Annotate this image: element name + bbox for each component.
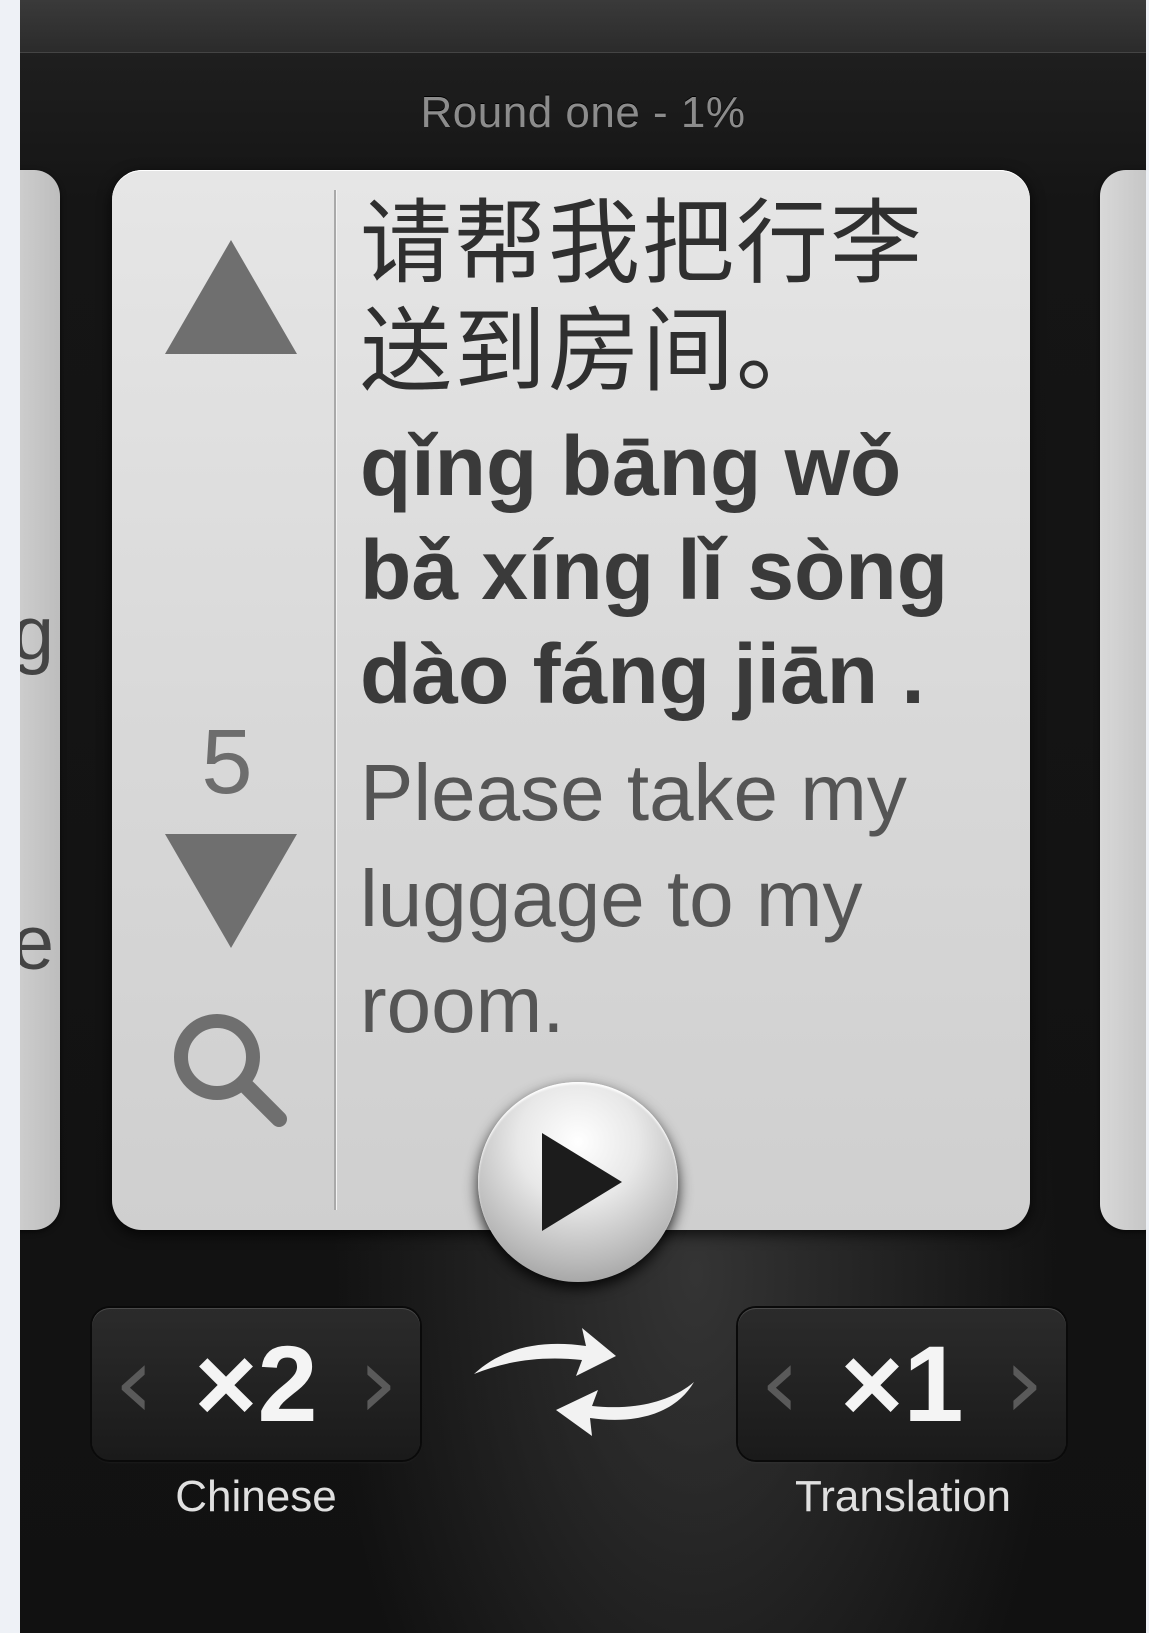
play-icon	[542, 1133, 622, 1231]
english-translation: Please take my luggage to my room.	[360, 740, 1010, 1058]
search-button[interactable]	[160, 1000, 300, 1140]
chinese-line: 送到房间。	[360, 298, 831, 405]
next-card[interactable]	[1100, 170, 1146, 1230]
chinese-decrease-button[interactable]: ‹	[114, 1328, 154, 1438]
chinese-increase-button[interactable]: ›	[358, 1328, 398, 1438]
translation-repeat-stepper: ‹ ×1 ›	[738, 1308, 1066, 1460]
next-phrase-button[interactable]	[156, 820, 306, 960]
swap-order-button[interactable]	[464, 1312, 704, 1462]
round-progress-text: Round one - 1%	[420, 88, 746, 137]
swap-arrows-icon	[474, 1328, 694, 1436]
translation-decrease-button[interactable]: ‹	[760, 1328, 800, 1438]
app-screen: Round one - 1% g e 5 请帮我把行李 送到房间。 qǐng b…	[20, 0, 1146, 1633]
previous-card-fragment: e	[20, 901, 54, 986]
chinese-line: 请帮我把行李	[360, 190, 925, 297]
previous-card[interactable]: g e	[20, 170, 60, 1230]
card-divider	[334, 190, 336, 1210]
translation-repeat-value: ×1	[840, 1323, 964, 1444]
pinyin-line: qǐng bāng wǒ	[360, 419, 902, 513]
translation-line: Please take my	[360, 748, 907, 837]
previous-card-fragment: g	[20, 591, 54, 676]
translation-stepper-label: Translation	[794, 1472, 1012, 1521]
phrase-text: 请帮我把行李 送到房间。 qǐng bāng wǒ bǎ xíng lǐ sòn…	[360, 190, 1010, 1058]
phrase-card: 5 请帮我把行李 送到房间。 qǐng bāng wǒ bǎ xíng lǐ s…	[112, 170, 1030, 1230]
translation-increase-button[interactable]: ›	[1004, 1328, 1044, 1438]
chinese-repeat-value: ×2	[194, 1323, 318, 1444]
top-bar	[20, 0, 1146, 53]
chinese-repeat-stepper: ‹ ×2 ›	[92, 1308, 420, 1460]
triangle-up-icon	[165, 240, 297, 354]
play-button[interactable]	[478, 1082, 678, 1282]
translation-line: room.	[360, 960, 565, 1049]
phrase-number: 5	[201, 711, 253, 813]
pinyin-line: dào fáng jiān .	[360, 627, 925, 721]
chinese-characters: 请帮我把行李 送到房间。	[360, 190, 1010, 406]
chinese-stepper-label: Chinese	[175, 1472, 337, 1521]
previous-phrase-button[interactable]	[156, 228, 306, 368]
search-icon	[174, 1014, 287, 1127]
triangle-down-icon	[165, 834, 297, 948]
pinyin-line: bǎ xíng lǐ sòng	[360, 523, 949, 617]
pinyin-text: qǐng bāng wǒ bǎ xíng lǐ sòng dào fáng ji…	[360, 414, 1010, 726]
translation-line: luggage to my	[360, 854, 863, 943]
